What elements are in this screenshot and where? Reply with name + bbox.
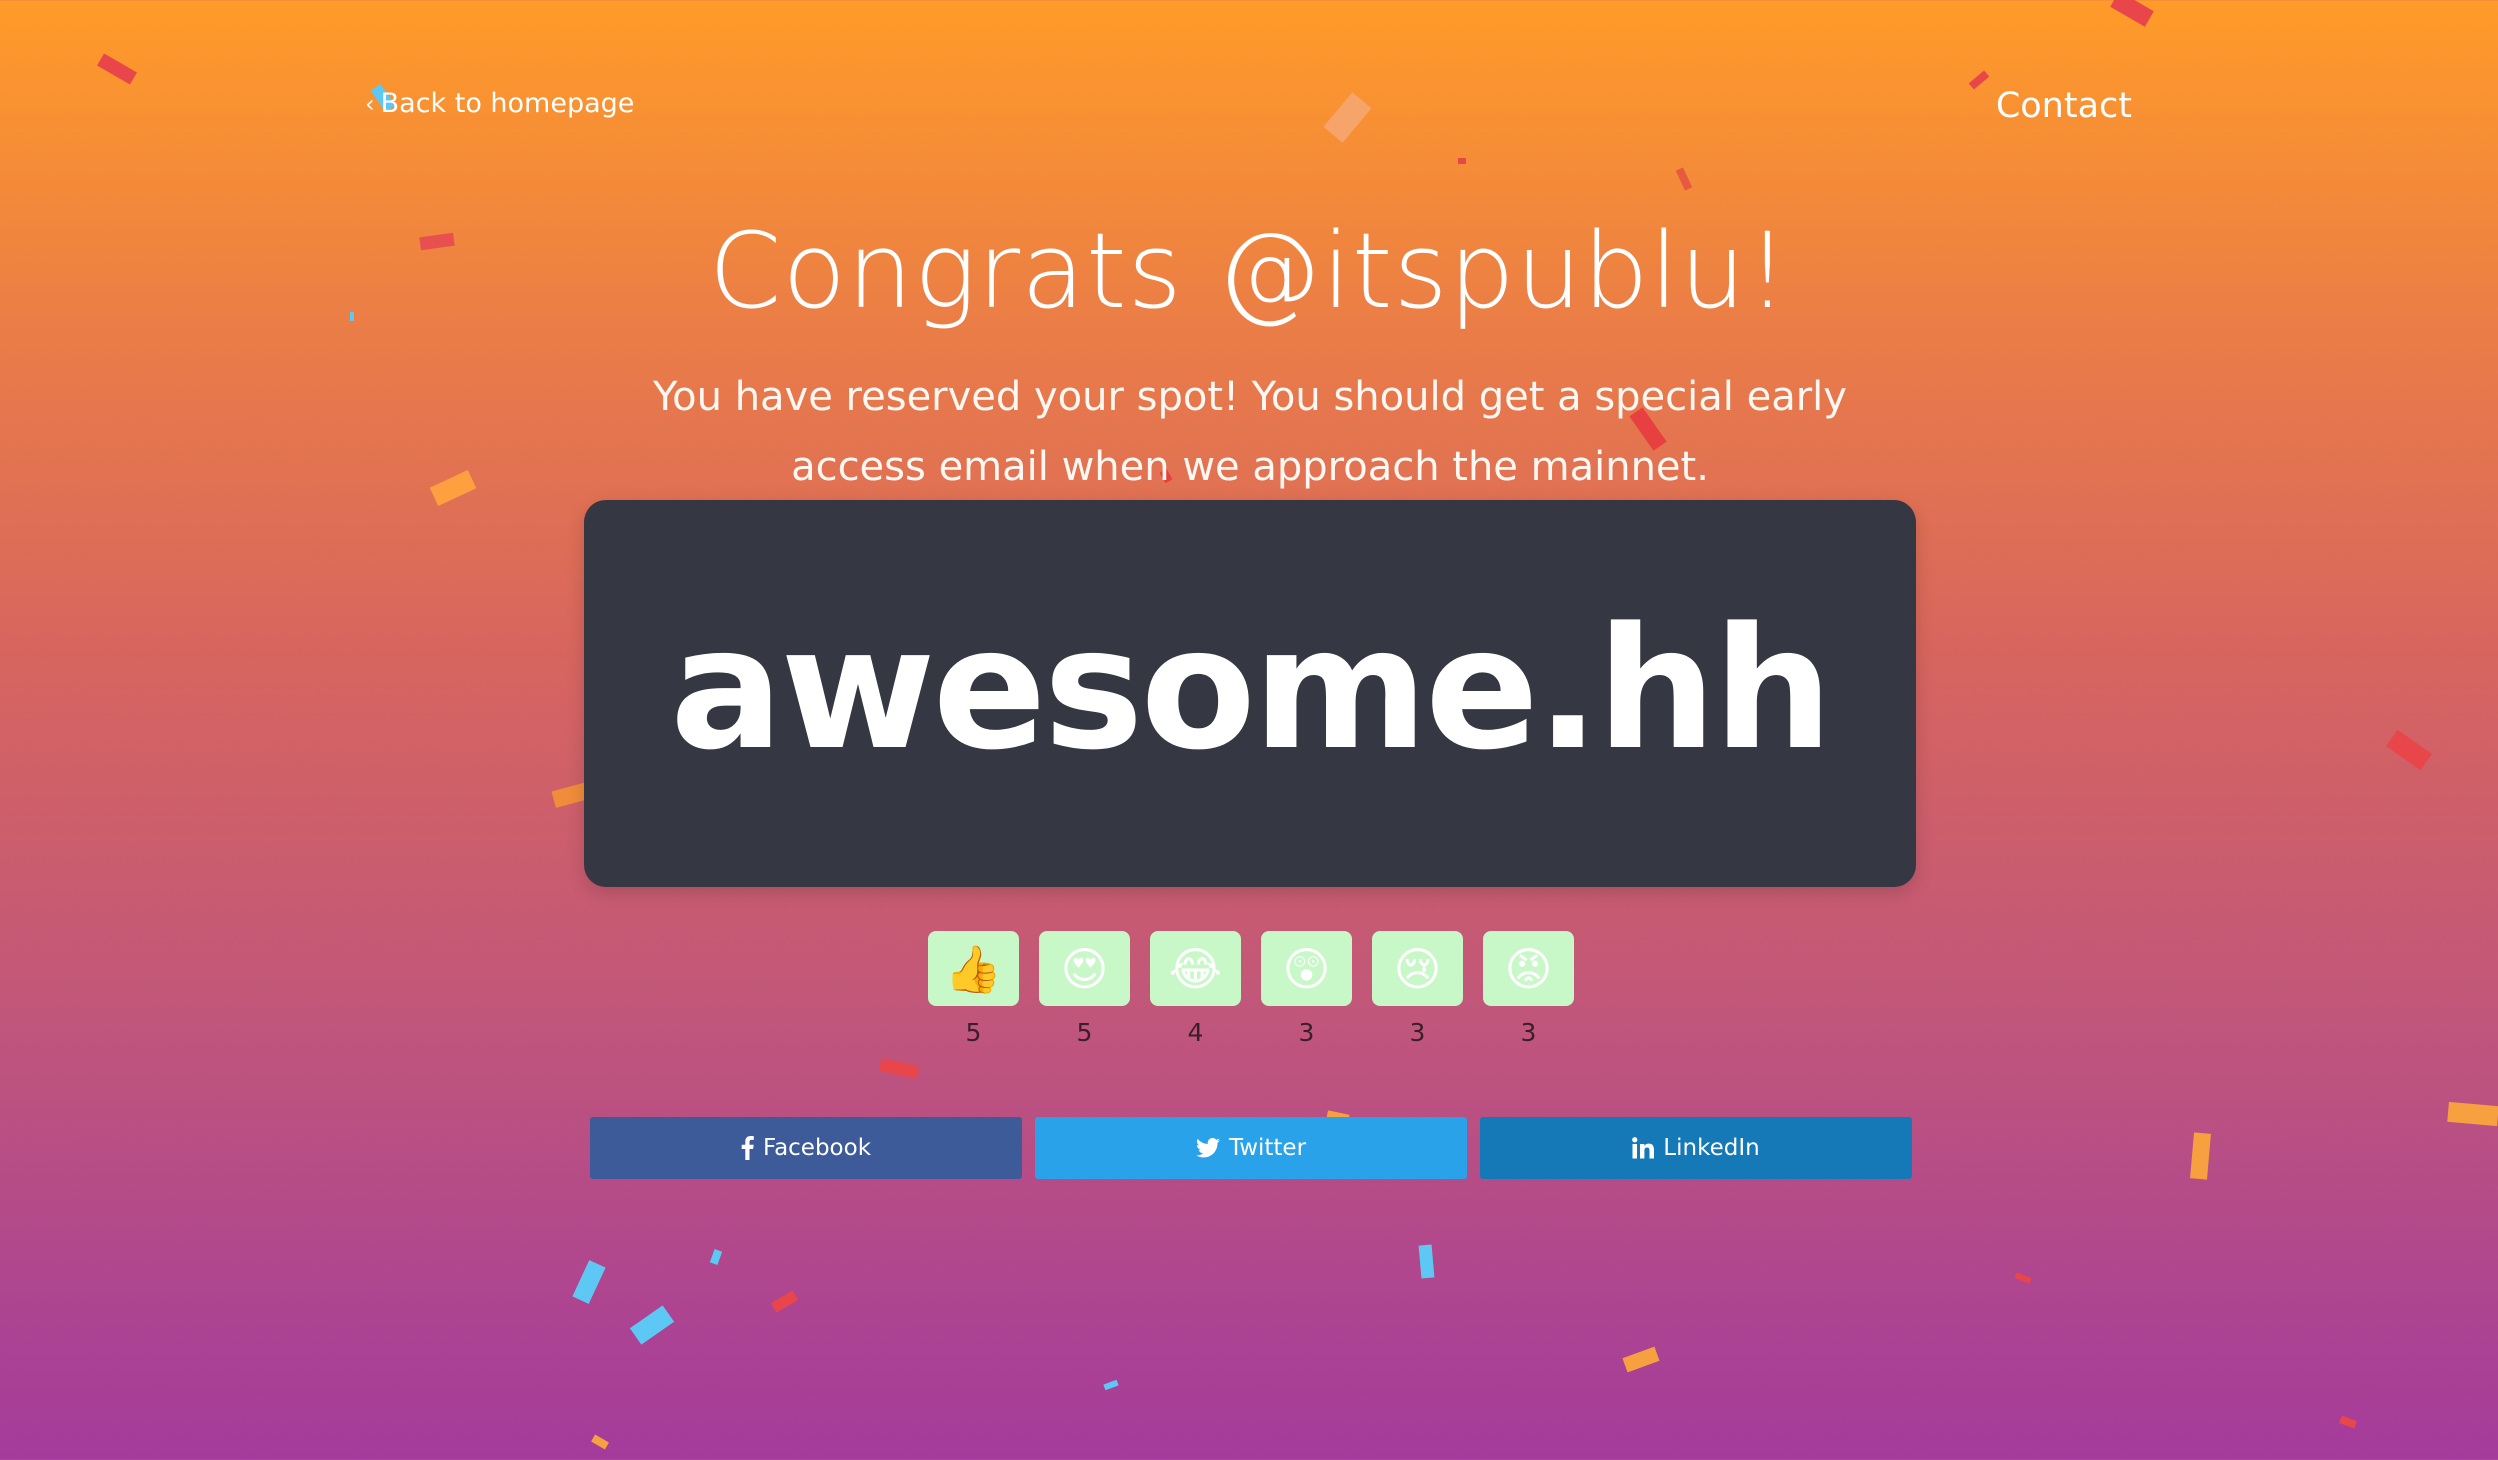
reaction-count: 5: [965, 1018, 982, 1047]
reaction-heart-eyes[interactable]: 😍 5: [1039, 931, 1130, 1047]
confetti-piece: [591, 1434, 609, 1450]
confetti-piece: [1418, 1244, 1435, 1279]
twitter-icon: [1195, 1138, 1220, 1158]
confetti-piece: [1622, 1346, 1660, 1373]
reaction-tears-of-joy[interactable]: 😂 4: [1150, 931, 1241, 1047]
facebook-label: Facebook: [762, 1135, 872, 1161]
confetti-piece: [2110, 0, 2154, 27]
confetti-piece: [709, 1249, 723, 1265]
confetti-piece: [572, 1260, 606, 1304]
confetti-piece: [629, 1305, 675, 1345]
angry-icon[interactable]: 😡: [1483, 931, 1574, 1006]
contact-link[interactable]: Contact: [1996, 86, 2132, 126]
crying-icon[interactable]: 😢: [1372, 931, 1463, 1006]
reaction-bar: 👍 5 😍 5 😂 4 😲 3 😢 3 😡 3: [928, 931, 1574, 1047]
reserved-name-card: awesome.hh: [584, 500, 1916, 887]
reaction-crying[interactable]: 😢 3: [1372, 931, 1463, 1047]
confetti-piece: [1323, 92, 1372, 143]
confetti-piece: [1968, 70, 1990, 90]
linkedin-label: LinkedIn: [1663, 1135, 1760, 1161]
reaction-count: 4: [1187, 1018, 1204, 1047]
confetti-piece: [429, 470, 477, 506]
confetti-piece: [1675, 167, 1693, 191]
confetti-piece: [2447, 1101, 2498, 1127]
linkedin-share-button[interactable]: LinkedIn: [1480, 1117, 1912, 1179]
reaction-count: 3: [1409, 1018, 1426, 1047]
confetti-piece: [2339, 1415, 2357, 1429]
facebook-share-button[interactable]: Facebook: [590, 1117, 1022, 1179]
reserved-name: awesome.hh: [670, 590, 1833, 787]
thumbs-up-icon[interactable]: 👍: [928, 931, 1019, 1006]
confetti-piece: [879, 1058, 919, 1079]
linkedin-icon: [1632, 1137, 1655, 1159]
reaction-count: 3: [1520, 1018, 1537, 1047]
twitter-label: Twitter: [1228, 1135, 1307, 1161]
back-link-label: Back to homepage: [380, 88, 635, 119]
chevron-left-icon: ‹: [365, 89, 375, 118]
reaction-astonished[interactable]: 😲 3: [1261, 931, 1352, 1047]
confetti-piece: [2014, 1272, 2032, 1284]
confetti-piece: [2190, 1132, 2211, 1180]
reaction-thumbs-up[interactable]: 👍 5: [928, 931, 1019, 1047]
confetti-piece: [1103, 1379, 1119, 1391]
reaction-angry[interactable]: 😡 3: [1483, 931, 1574, 1047]
page-title: Congrats @itspublu!: [708, 210, 1790, 332]
reaction-count: 5: [1076, 1018, 1093, 1047]
confetti-piece: [97, 53, 137, 85]
share-buttons: Facebook Twitter LinkedIn: [590, 1117, 1912, 1179]
reaction-count: 3: [1298, 1018, 1315, 1047]
confetti-piece: [2386, 729, 2432, 771]
back-to-homepage-link[interactable]: ‹ Back to homepage: [365, 88, 634, 119]
twitter-share-button[interactable]: Twitter: [1035, 1117, 1467, 1179]
heart-eyes-icon[interactable]: 😍: [1039, 931, 1130, 1006]
confetti-piece: [770, 1290, 799, 1313]
facebook-icon: [741, 1136, 754, 1160]
confetti-piece: [1458, 158, 1466, 164]
astonished-icon[interactable]: 😲: [1261, 931, 1352, 1006]
tears-of-joy-icon[interactable]: 😂: [1150, 931, 1241, 1006]
page-subtitle: You have reserved your spot! You should …: [653, 374, 1847, 490]
